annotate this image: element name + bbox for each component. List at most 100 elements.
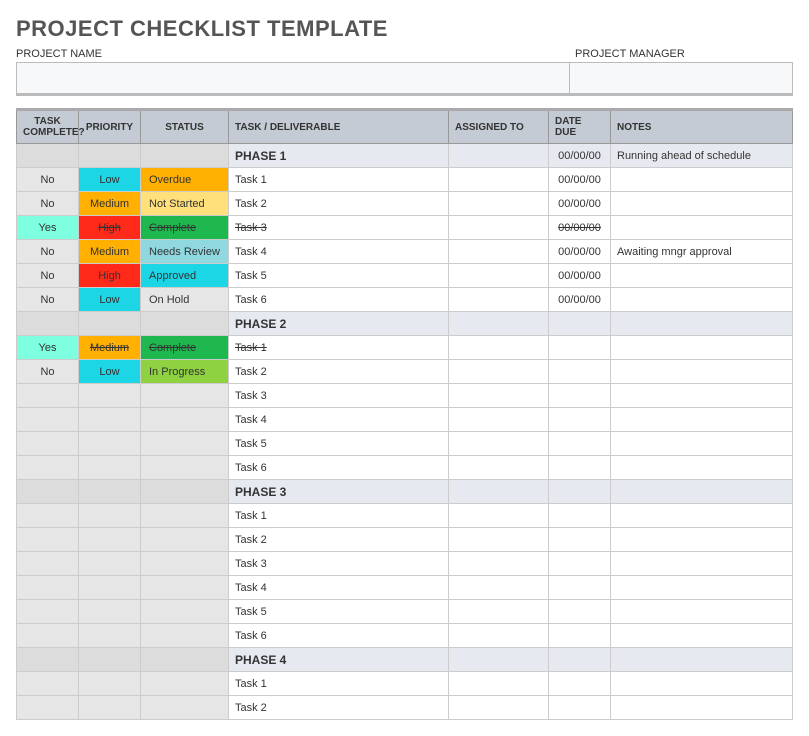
cell-due[interactable] <box>549 432 611 456</box>
cell-due[interactable] <box>549 672 611 696</box>
cell-due[interactable] <box>549 648 611 672</box>
cell-priority[interactable] <box>79 696 141 720</box>
project-manager-input[interactable] <box>570 63 792 93</box>
cell-assigned[interactable] <box>449 264 549 288</box>
cell-task[interactable]: Task 1 <box>229 336 449 360</box>
cell-complete[interactable]: No <box>17 264 79 288</box>
cell-status[interactable] <box>141 576 229 600</box>
cell-assigned[interactable] <box>449 216 549 240</box>
cell-notes[interactable] <box>611 312 793 336</box>
cell-complete[interactable]: No <box>17 360 79 384</box>
cell-status[interactable] <box>141 432 229 456</box>
cell-task[interactable]: Task 5 <box>229 264 449 288</box>
cell-priority[interactable]: High <box>79 264 141 288</box>
cell-due[interactable] <box>549 360 611 384</box>
cell-status[interactable] <box>141 480 229 504</box>
cell-task[interactable]: PHASE 4 <box>229 648 449 672</box>
cell-notes[interactable] <box>611 336 793 360</box>
cell-complete[interactable] <box>17 576 79 600</box>
cell-priority[interactable]: Medium <box>79 192 141 216</box>
cell-status[interactable]: Approved <box>141 264 229 288</box>
cell-priority[interactable] <box>79 504 141 528</box>
cell-status[interactable] <box>141 552 229 576</box>
cell-assigned[interactable] <box>449 504 549 528</box>
cell-task[interactable]: PHASE 2 <box>229 312 449 336</box>
cell-due[interactable] <box>549 600 611 624</box>
cell-due[interactable]: 00/00/00 <box>549 216 611 240</box>
cell-notes[interactable] <box>611 456 793 480</box>
cell-assigned[interactable] <box>449 240 549 264</box>
cell-task[interactable]: Task 4 <box>229 240 449 264</box>
cell-due[interactable] <box>549 408 611 432</box>
cell-status[interactable] <box>141 408 229 432</box>
cell-priority[interactable] <box>79 528 141 552</box>
cell-due[interactable] <box>549 624 611 648</box>
cell-task[interactable]: Task 6 <box>229 456 449 480</box>
cell-assigned[interactable] <box>449 552 549 576</box>
cell-assigned[interactable] <box>449 408 549 432</box>
cell-due[interactable] <box>549 312 611 336</box>
cell-notes[interactable] <box>611 552 793 576</box>
cell-notes[interactable] <box>611 432 793 456</box>
cell-due[interactable] <box>549 384 611 408</box>
cell-status[interactable] <box>141 648 229 672</box>
cell-notes[interactable] <box>611 408 793 432</box>
cell-due[interactable] <box>549 552 611 576</box>
cell-task[interactable]: Task 3 <box>229 216 449 240</box>
cell-due[interactable]: 00/00/00 <box>549 288 611 312</box>
cell-complete[interactable] <box>17 144 79 168</box>
cell-priority[interactable]: Low <box>79 288 141 312</box>
cell-notes[interactable]: Running ahead of schedule <box>611 144 793 168</box>
cell-assigned[interactable] <box>449 144 549 168</box>
cell-priority[interactable] <box>79 600 141 624</box>
cell-status[interactable]: On Hold <box>141 288 229 312</box>
cell-priority[interactable] <box>79 552 141 576</box>
cell-due[interactable]: 00/00/00 <box>549 264 611 288</box>
cell-priority[interactable] <box>79 456 141 480</box>
cell-priority[interactable] <box>79 384 141 408</box>
cell-complete[interactable] <box>17 552 79 576</box>
cell-due[interactable]: 00/00/00 <box>549 240 611 264</box>
cell-assigned[interactable] <box>449 456 549 480</box>
cell-notes[interactable] <box>611 576 793 600</box>
cell-complete[interactable] <box>17 384 79 408</box>
cell-due[interactable]: 00/00/00 <box>549 168 611 192</box>
cell-notes[interactable] <box>611 264 793 288</box>
cell-assigned[interactable] <box>449 288 549 312</box>
cell-status[interactable] <box>141 672 229 696</box>
cell-complete[interactable] <box>17 480 79 504</box>
cell-task[interactable]: PHASE 3 <box>229 480 449 504</box>
cell-status[interactable]: In Progress <box>141 360 229 384</box>
cell-priority[interactable] <box>79 576 141 600</box>
cell-status[interactable] <box>141 624 229 648</box>
project-name-input[interactable] <box>17 63 570 93</box>
cell-due[interactable] <box>549 696 611 720</box>
cell-assigned[interactable] <box>449 624 549 648</box>
cell-complete[interactable] <box>17 504 79 528</box>
cell-priority[interactable]: Low <box>79 168 141 192</box>
cell-task[interactable]: Task 6 <box>229 624 449 648</box>
cell-assigned[interactable] <box>449 360 549 384</box>
cell-task[interactable]: Task 1 <box>229 168 449 192</box>
cell-task[interactable]: Task 2 <box>229 696 449 720</box>
cell-status[interactable] <box>141 696 229 720</box>
cell-status[interactable] <box>141 504 229 528</box>
cell-complete[interactable] <box>17 432 79 456</box>
cell-assigned[interactable] <box>449 600 549 624</box>
cell-task[interactable]: Task 5 <box>229 432 449 456</box>
cell-notes[interactable] <box>611 360 793 384</box>
cell-complete[interactable]: No <box>17 240 79 264</box>
cell-status[interactable]: Needs Review <box>141 240 229 264</box>
cell-assigned[interactable] <box>449 648 549 672</box>
cell-priority[interactable] <box>79 312 141 336</box>
cell-task[interactable]: Task 2 <box>229 528 449 552</box>
cell-assigned[interactable] <box>449 336 549 360</box>
cell-assigned[interactable] <box>449 696 549 720</box>
cell-complete[interactable] <box>17 648 79 672</box>
cell-notes[interactable] <box>611 624 793 648</box>
cell-complete[interactable]: Yes <box>17 336 79 360</box>
cell-due[interactable]: 00/00/00 <box>549 144 611 168</box>
cell-assigned[interactable] <box>449 192 549 216</box>
cell-priority[interactable] <box>79 408 141 432</box>
cell-priority[interactable]: High <box>79 216 141 240</box>
